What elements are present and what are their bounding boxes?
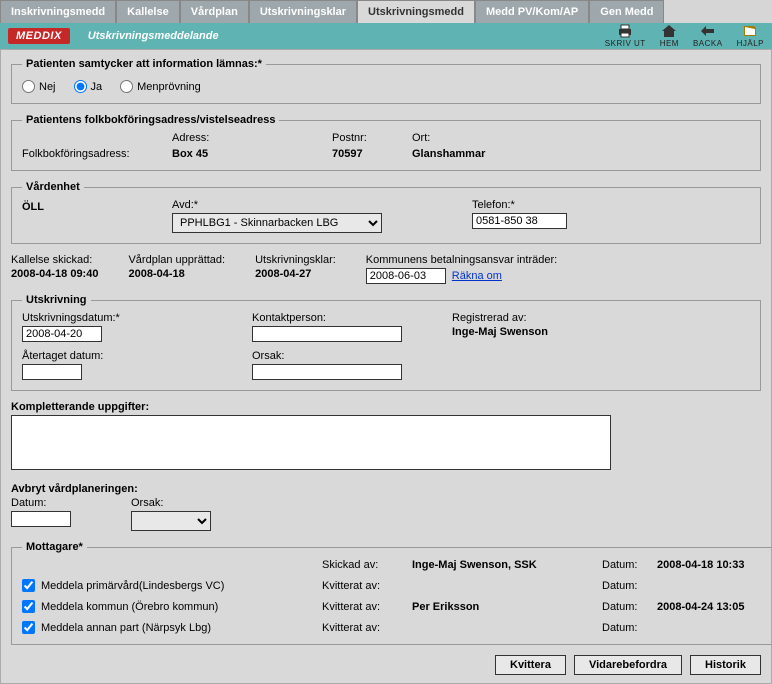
printer-icon [617,24,633,38]
tab-vardplan[interactable]: Vårdplan [180,0,249,23]
meddela-annan-checkbox[interactable] [22,621,35,634]
meddela-primarvard-checkbox[interactable] [22,579,35,592]
meddela-kommun-label: Meddela kommun (Örebro kommun) [41,601,218,613]
help-button[interactable]: HJÄLP [737,24,764,48]
tab-gen-medd[interactable]: Gen Medd [589,0,664,23]
consent-fieldset: Patienten samtycker att information lämn… [11,58,761,104]
datum1-value: 2008-04-24 13:05 [657,601,772,613]
utskrivning-fieldset: Utskrivning Utskrivningsdatum:* Kontaktp… [11,294,761,391]
tel-label: Telefon:* [472,199,572,211]
reg-label: Registrerad av: [452,312,652,324]
avbryt-orsak-label: Orsak: [131,497,211,509]
page-title: Utskrivningsmeddelande [88,30,605,42]
kontakt-label: Kontaktperson: [252,312,452,324]
address-legend: Patientens folkbokföringsadress/vistelse… [22,114,279,126]
atertag-input[interactable] [22,364,82,380]
avbryt-datum-label: Datum: [11,497,71,509]
kvitt1-label: Kvitterat av: [322,601,412,613]
avbryt-orsak-select[interactable] [131,511,211,531]
skickad-label: Skickad av: [322,559,412,571]
avbryt-datum-input[interactable] [11,511,71,527]
home-icon [661,24,677,38]
kallelse-value: 2008-04-18 09:40 [11,268,98,280]
historik-button[interactable]: Historik [690,655,761,675]
reg-value: Inge-Maj Swenson [452,326,652,338]
kvitt2-label: Kvitterat av: [322,622,412,634]
address-row-label: Folkbokföringsadress: [22,148,172,160]
adress-header: Adress: [172,132,332,144]
skickad-value: Inge-Maj Swenson, SSK [412,559,602,571]
datum0-label: Datum: [602,580,657,592]
utskrivning-legend: Utskrivning [22,294,91,306]
ort-value: Glanshammar [412,148,562,160]
utskriv-datum-label: Utskrivningsdatum:* [22,312,252,324]
kvitt0-label: Kvitterat av: [322,580,412,592]
dates-row: Kallelse skickad: 2008-04-18 09:40 Vårdp… [11,254,761,284]
vardenhet-legend: Vårdenhet [22,181,84,193]
help-icon [742,24,758,38]
meddela-primarvard-label: Meddela primärvård(Lindesbergs VC) [41,580,224,592]
consent-nej-label: Nej [39,81,56,93]
orsak-input[interactable] [252,364,402,380]
utklar-value: 2008-04-27 [255,268,336,280]
title-bar: MEDDIX Utskrivningsmeddelande SKRIV UT H… [0,23,772,49]
consent-nej-radio[interactable] [22,80,35,93]
datum1-label: Datum: [602,601,657,613]
consent-men-label: Menprövning [137,81,201,93]
kontakt-input[interactable] [252,326,402,342]
kommun-date-input[interactable] [366,268,446,284]
tab-utskrivningsklar[interactable]: Utskrivningsklar [249,0,357,23]
avd-label: Avd:* [172,199,472,211]
komp-textarea[interactable] [11,415,611,470]
content-area: Patienten samtycker att information lämn… [0,49,772,684]
atertag-label: Återtaget datum: [22,350,252,362]
avd-select[interactable]: PPHLBG1 - Skinnarbacken LBG [172,213,382,233]
komp-label: Kompletterande uppgifter: [11,401,761,413]
kvittera-button[interactable]: Kvittera [495,655,566,675]
kommun-label: Kommunens betalningsansvar inträder: [366,254,557,266]
consent-ja-radio[interactable] [74,80,87,93]
vidarebefordra-button[interactable]: Vidarebefordra [574,655,682,675]
back-button[interactable]: BACKA [693,24,723,48]
postnr-value: 70597 [332,148,412,160]
mottagare-legend: Mottagare* [22,541,87,553]
datum2-label: Datum: [602,622,657,634]
vardplan-label: Vårdplan upprättad: [128,254,225,266]
tab-bar: Inskrivningsmedd Kallelse Vårdplan Utskr… [0,0,772,23]
vardenhet-fieldset: Vårdenhet ÖLL Avd:* PPHLBG1 - Skinnarbac… [11,181,761,244]
back-arrow-icon [700,24,716,38]
avbryt-header: Avbryt vårdplaneringen: [11,483,138,495]
tab-kallelse[interactable]: Kallelse [116,0,180,23]
skickad-datum-value: 2008-04-18 10:33 [657,559,772,571]
tab-inskrivningsmedd[interactable]: Inskrivningsmedd [0,0,116,23]
tel-input[interactable] [472,213,567,229]
utklar-label: Utskrivningsklar: [255,254,336,266]
kvitt1-value: Per Eriksson [412,601,602,613]
skickad-datum-label: Datum: [602,559,657,571]
orsak-label: Orsak: [252,350,452,362]
home-button[interactable]: HEM [660,24,679,48]
consent-legend: Patienten samtycker att information lämn… [22,58,266,70]
tab-medd-pv-kom-ap[interactable]: Medd PV/Kom/AP [475,0,589,23]
mottagare-fieldset: Mottagare* Skickad av: Inge-Maj Swenson,… [11,541,772,645]
meddela-kommun-checkbox[interactable] [22,600,35,613]
address-fieldset: Patientens folkbokföringsadress/vistelse… [11,114,761,171]
ort-header: Ort: [412,132,562,144]
kallelse-label: Kallelse skickad: [11,254,98,266]
adress-value: Box 45 [172,148,332,160]
consent-men-radio[interactable] [120,80,133,93]
postnr-header: Postnr: [332,132,412,144]
rakna-om-link[interactable]: Räkna om [452,270,502,282]
utskriv-datum-input[interactable] [22,326,102,342]
tab-utskrivningsmedd[interactable]: Utskrivningsmedd [357,0,475,23]
oll-label: ÖLL [22,201,172,213]
consent-ja-label: Ja [91,81,103,93]
vardplan-value: 2008-04-18 [128,268,225,280]
app-logo: MEDDIX [8,28,70,44]
meddela-annan-label: Meddela annan part (Närpsyk Lbg) [41,622,211,634]
print-button[interactable]: SKRIV UT [605,24,646,48]
